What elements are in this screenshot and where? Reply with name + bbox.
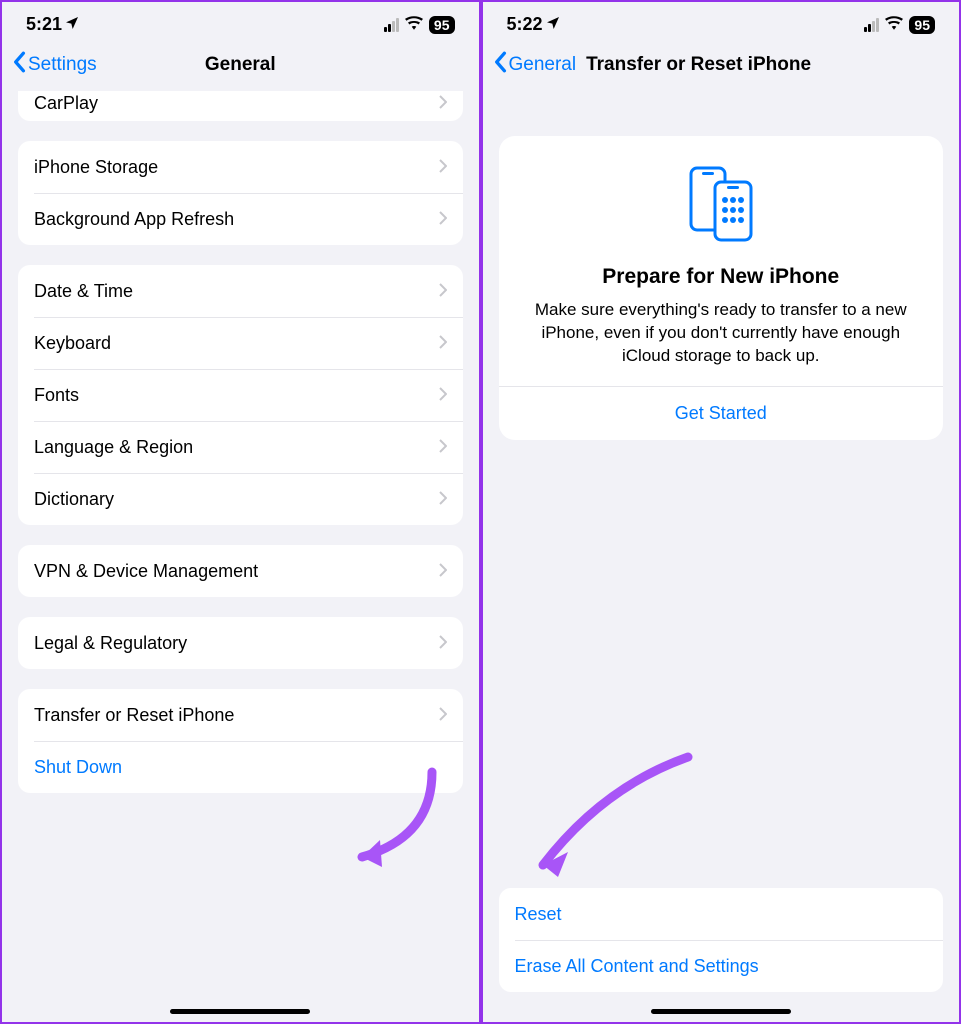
chevron-right-icon xyxy=(439,437,447,458)
nav-bar: Settings General xyxy=(2,43,479,91)
settings-group: iPhone Storage Background App Refresh xyxy=(18,141,463,245)
back-button[interactable]: Settings xyxy=(12,51,97,79)
phone-left: 5:21 95 Settings General CarPlay xyxy=(2,2,479,1022)
row-background-refresh[interactable]: Background App Refresh xyxy=(18,193,463,245)
phone-right: 5:22 95 General Transfer or Reset iPhone xyxy=(483,2,960,1022)
prepare-card: Prepare for New iPhone Make sure everyth… xyxy=(499,136,944,440)
nav-bar: General Transfer or Reset iPhone xyxy=(483,43,960,91)
row-label: Reset xyxy=(515,904,562,925)
transfer-devices-icon xyxy=(515,164,928,249)
row-keyboard[interactable]: Keyboard xyxy=(18,317,463,369)
row-vpn-device-mgmt[interactable]: VPN & Device Management xyxy=(18,545,463,597)
wifi-icon xyxy=(405,14,423,35)
row-label: Shut Down xyxy=(34,757,122,778)
row-shut-down[interactable]: Shut Down xyxy=(18,741,463,793)
row-reset[interactable]: Reset xyxy=(499,888,944,940)
row-label: Keyboard xyxy=(34,333,111,354)
chevron-right-icon xyxy=(439,281,447,302)
row-label: Background App Refresh xyxy=(34,209,234,230)
row-carplay[interactable]: CarPlay xyxy=(18,91,463,121)
row-iphone-storage[interactable]: iPhone Storage xyxy=(18,141,463,193)
row-label: Transfer or Reset iPhone xyxy=(34,705,234,726)
row-label: Dictionary xyxy=(34,489,114,510)
status-time: 5:22 xyxy=(507,14,543,35)
chevron-right-icon xyxy=(439,333,447,354)
row-label: iPhone Storage xyxy=(34,157,158,178)
get-started-button[interactable]: Get Started xyxy=(515,387,928,440)
settings-group: Date & Time Keyboard Fonts Language & Re… xyxy=(18,265,463,525)
row-language-region[interactable]: Language & Region xyxy=(18,421,463,473)
wifi-icon xyxy=(885,14,903,35)
card-title: Prepare for New iPhone xyxy=(515,265,928,289)
chevron-left-icon xyxy=(12,51,26,79)
content-area: Prepare for New iPhone Make sure everyth… xyxy=(483,91,960,1022)
cellular-signal-icon xyxy=(384,18,399,32)
row-label: CarPlay xyxy=(34,93,98,114)
chevron-right-icon xyxy=(439,705,447,726)
chevron-right-icon xyxy=(439,93,447,114)
battery-level: 95 xyxy=(429,16,455,34)
status-bar: 5:22 95 xyxy=(483,2,960,43)
chevron-right-icon xyxy=(439,489,447,510)
home-indicator[interactable] xyxy=(170,1009,310,1014)
settings-group: VPN & Device Management xyxy=(18,545,463,597)
row-dictionary[interactable]: Dictionary xyxy=(18,473,463,525)
back-label: General xyxy=(509,54,577,76)
row-label: Erase All Content and Settings xyxy=(515,956,759,977)
battery-level: 95 xyxy=(909,16,935,34)
home-indicator[interactable] xyxy=(651,1009,791,1014)
chevron-right-icon xyxy=(439,633,447,654)
settings-group: Transfer or Reset iPhone Shut Down xyxy=(18,689,463,793)
row-label: Language & Region xyxy=(34,437,193,458)
row-date-time[interactable]: Date & Time xyxy=(18,265,463,317)
settings-list[interactable]: CarPlay iPhone Storage Background App Re… xyxy=(2,91,479,1022)
row-label: VPN & Device Management xyxy=(34,561,258,582)
row-fonts[interactable]: Fonts xyxy=(18,369,463,421)
location-icon xyxy=(64,15,80,34)
location-icon xyxy=(545,15,561,34)
row-label: Fonts xyxy=(34,385,79,406)
row-transfer-reset[interactable]: Transfer or Reset iPhone xyxy=(18,689,463,741)
back-button[interactable]: General xyxy=(493,51,577,79)
bottom-actions-group: Reset Erase All Content and Settings xyxy=(499,888,944,992)
card-description: Make sure everything's ready to transfer… xyxy=(515,299,928,368)
chevron-left-icon xyxy=(493,51,507,79)
chevron-right-icon xyxy=(439,385,447,406)
status-time: 5:21 xyxy=(26,14,62,35)
back-label: Settings xyxy=(28,54,97,76)
page-title: Transfer or Reset iPhone xyxy=(586,54,811,76)
chevron-right-icon xyxy=(439,209,447,230)
status-bar: 5:21 95 xyxy=(2,2,479,43)
cellular-signal-icon xyxy=(864,18,879,32)
row-label: Date & Time xyxy=(34,281,133,302)
row-label: Legal & Regulatory xyxy=(34,633,187,654)
page-title: General xyxy=(205,54,276,76)
row-legal-regulatory[interactable]: Legal & Regulatory xyxy=(18,617,463,669)
settings-group: Legal & Regulatory xyxy=(18,617,463,669)
chevron-right-icon xyxy=(439,157,447,178)
chevron-right-icon xyxy=(439,561,447,582)
settings-group: CarPlay xyxy=(18,91,463,121)
row-erase-all[interactable]: Erase All Content and Settings xyxy=(499,940,944,992)
